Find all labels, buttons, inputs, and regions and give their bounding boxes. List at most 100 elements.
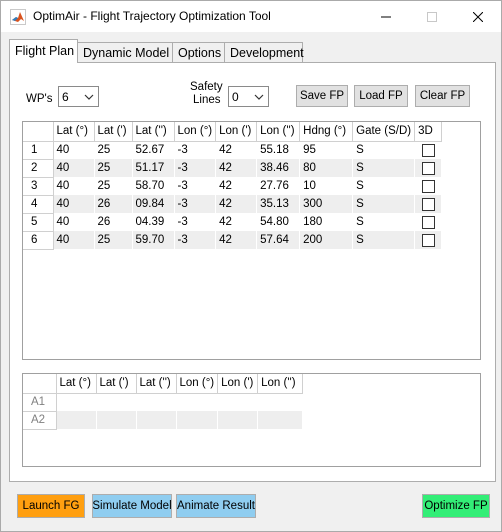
table-cell[interactable]: 57.64: [256, 231, 301, 249]
table-cell[interactable]: 180: [299, 213, 354, 231]
table-cell[interactable]: [217, 393, 259, 411]
table-cell[interactable]: 80: [299, 159, 354, 177]
table-row[interactable]: 1 40 25 52.67 -3 42 55.18 95 S: [23, 141, 443, 160]
table-cell[interactable]: 51.17: [132, 159, 175, 177]
table-cell[interactable]: 42: [215, 195, 258, 213]
table-cell[interactable]: 200: [299, 231, 354, 249]
tab-options[interactable]: Options: [172, 42, 225, 62]
table-row[interactable]: 4 40 26 09.84 -3 42 35.13 300 S: [23, 195, 443, 214]
row-header[interactable]: 5: [23, 213, 54, 232]
checkbox-3d[interactable]: [422, 215, 436, 229]
table-cell[interactable]: [56, 393, 97, 411]
row-header[interactable]: A1: [23, 393, 57, 412]
launch-fg-button[interactable]: Launch FG: [17, 494, 85, 518]
table-cell[interactable]: [136, 393, 177, 411]
column-header[interactable]: Lon (°): [174, 122, 217, 142]
column-header[interactable]: Lon (°): [176, 374, 219, 394]
table-row[interactable]: A1: [23, 393, 304, 412]
tab-development[interactable]: Development: [224, 42, 304, 62]
table-cell[interactable]: 95: [299, 141, 354, 159]
table-cell[interactable]: 25: [94, 159, 133, 177]
table-cell[interactable]: S: [352, 141, 416, 159]
maximize-button[interactable]: [409, 1, 455, 32]
checkbox-3d[interactable]: [422, 161, 436, 175]
checkbox-3d[interactable]: [422, 197, 436, 211]
column-header[interactable]: 3D: [414, 122, 443, 142]
column-header[interactable]: Lon ('): [215, 122, 258, 142]
checkbox-3d[interactable]: [422, 179, 436, 193]
table-cell[interactable]: 54.80: [256, 213, 301, 231]
row-header[interactable]: 6: [23, 231, 54, 250]
table-cell[interactable]: 40: [53, 195, 95, 213]
close-button[interactable]: [455, 1, 501, 32]
table-row[interactable]: 5 40 26 04.39 -3 42 54.80 180 S: [23, 213, 443, 232]
column-header[interactable]: Lon ('): [217, 374, 259, 394]
table-cell[interactable]: 40: [53, 213, 95, 231]
column-header[interactable]: Lon (''): [256, 122, 301, 142]
table-cell[interactable]: [217, 411, 259, 429]
table-cell[interactable]: -3: [174, 231, 217, 249]
tab-dynamic-model[interactable]: Dynamic Model: [77, 42, 173, 62]
checkbox-3d[interactable]: [422, 233, 436, 247]
table-cell[interactable]: 40: [53, 141, 95, 159]
optimize-fp-button[interactable]: Optimize FP: [422, 494, 490, 518]
table-cell[interactable]: S: [352, 195, 416, 213]
table-cell[interactable]: -3: [174, 177, 217, 195]
save-fp-button[interactable]: Save FP: [296, 85, 348, 107]
column-header[interactable]: Lat ('): [96, 374, 137, 394]
table-cell[interactable]: [136, 411, 177, 429]
animate-result-button[interactable]: Animate Result: [176, 494, 256, 518]
table-cell[interactable]: 42: [215, 231, 258, 249]
table-cell[interactable]: 58.70: [132, 177, 175, 195]
column-header[interactable]: Lat (°): [53, 122, 95, 142]
table-cell[interactable]: S: [352, 177, 416, 195]
table-row[interactable]: 6 40 25 59.70 -3 42 57.64 200 S: [23, 231, 443, 250]
table-cell[interactable]: 27.76: [256, 177, 301, 195]
column-header[interactable]: Hdng (°): [299, 122, 354, 142]
row-header[interactable]: 1: [23, 141, 54, 160]
table-cell[interactable]: 09.84: [132, 195, 175, 213]
table-cell[interactable]: -3: [174, 159, 217, 177]
table-cell[interactable]: -3: [174, 213, 217, 231]
table-cell[interactable]: [96, 411, 137, 429]
table-cell[interactable]: 26: [94, 213, 133, 231]
table-row[interactable]: A2: [23, 411, 304, 430]
clear-fp-button[interactable]: Clear FP: [415, 85, 470, 107]
table-cell[interactable]: 42: [215, 177, 258, 195]
table-cell[interactable]: [257, 411, 304, 429]
row-header[interactable]: 4: [23, 195, 54, 214]
table-cell[interactable]: S: [352, 231, 416, 249]
load-fp-button[interactable]: Load FP: [354, 85, 408, 107]
row-header[interactable]: 3: [23, 177, 54, 196]
table-cell[interactable]: 300: [299, 195, 354, 213]
table-cell[interactable]: 25: [94, 231, 133, 249]
table-cell[interactable]: 42: [215, 213, 258, 231]
table-cell[interactable]: 10: [299, 177, 354, 195]
table-cell[interactable]: 40: [53, 159, 95, 177]
table-cell[interactable]: 42: [215, 159, 258, 177]
column-header[interactable]: Gate (S/D): [352, 122, 416, 142]
table-cell[interactable]: 52.67: [132, 141, 175, 159]
table-cell[interactable]: 42: [215, 141, 258, 159]
minimize-button[interactable]: [363, 1, 409, 32]
tab-flight-plan[interactable]: Flight Plan: [9, 39, 78, 63]
table-cell[interactable]: [176, 411, 219, 429]
table-cell[interactable]: 35.13: [256, 195, 301, 213]
column-header[interactable]: Lat ('): [94, 122, 133, 142]
table-cell[interactable]: 38.46: [256, 159, 301, 177]
column-header[interactable]: Lon (''): [257, 374, 304, 394]
table-cell[interactable]: -3: [174, 141, 217, 159]
table-cell[interactable]: -3: [174, 195, 217, 213]
table-cell[interactable]: 04.39: [132, 213, 175, 231]
table-row[interactable]: 2 40 25 51.17 -3 42 38.46 80 S: [23, 159, 443, 178]
simulate-model-button[interactable]: Simulate Model: [92, 494, 172, 518]
table-cell[interactable]: S: [352, 159, 416, 177]
table-cell[interactable]: 40: [53, 231, 95, 249]
table-cell[interactable]: [56, 411, 97, 429]
column-header[interactable]: Lat (''): [136, 374, 177, 394]
column-header[interactable]: Lat (°): [56, 374, 97, 394]
table-cell[interactable]: 59.70: [132, 231, 175, 249]
table-cell[interactable]: [176, 393, 219, 411]
table-cell[interactable]: 40: [53, 177, 95, 195]
row-header[interactable]: A2: [23, 411, 57, 430]
